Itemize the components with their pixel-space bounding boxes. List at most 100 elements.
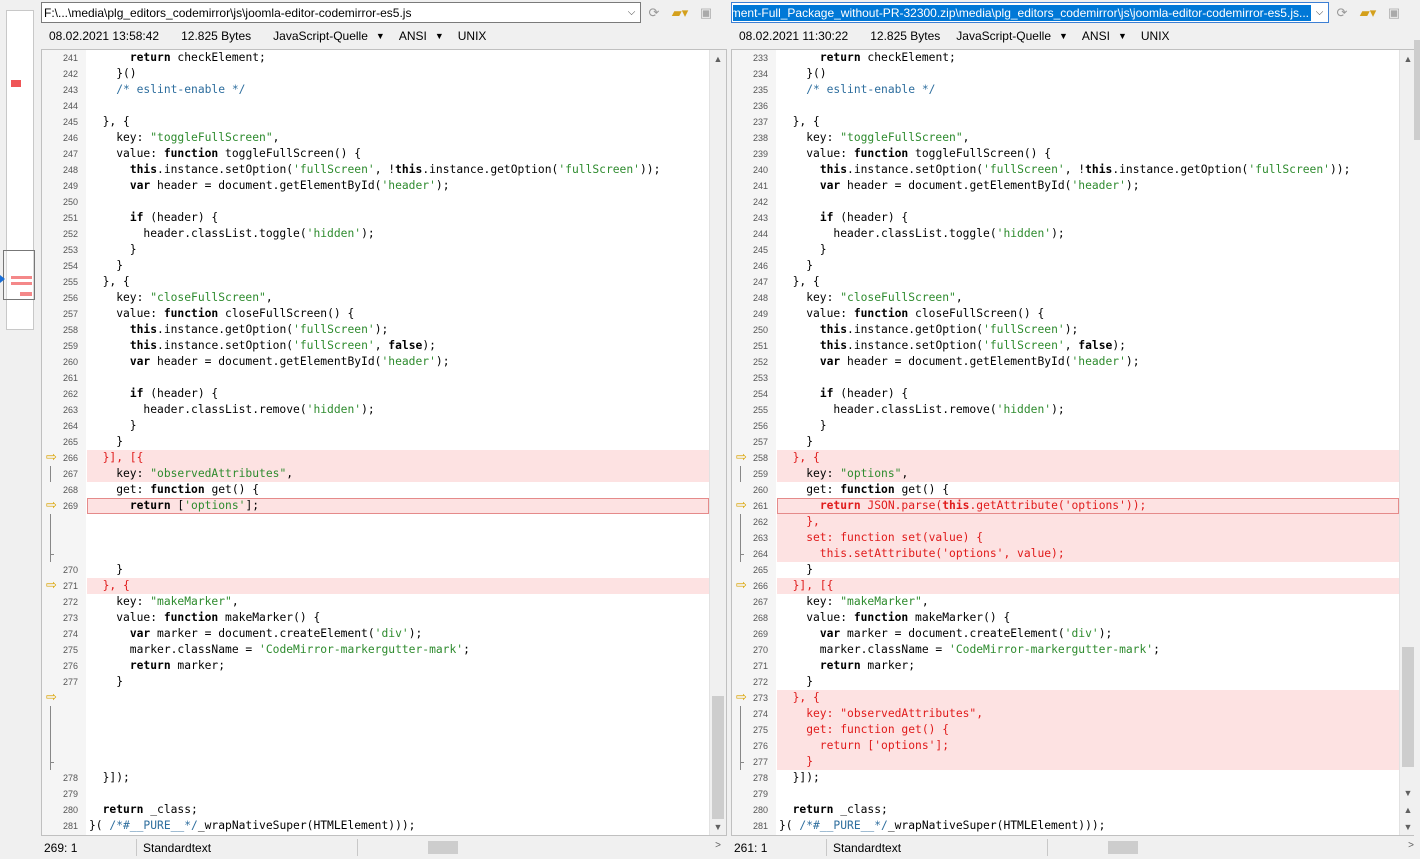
code-line[interactable] [42,530,709,546]
code-text[interactable]: this.setAttribute('options', value); [777,546,1399,562]
code-line[interactable]: 279 [732,786,1399,802]
code-text[interactable]: if (header) { [777,210,1399,226]
code-line[interactable]: 275 get: function get() { [732,722,1399,738]
code-text[interactable]: key: "makeMarker", [87,594,709,610]
right-path-input[interactable]: ...pment-Full_Package_without-PR-32300.z… [733,4,1311,21]
refresh-icon[interactable]: ⟳ [1332,3,1352,23]
code-text[interactable]: return JSON.parse(this.getAttribute('opt… [777,498,1399,514]
horizontal-scrollbar[interactable]: > [1048,839,1420,856]
code-text[interactable]: value: function toggleFullScreen() { [777,146,1399,162]
code-line[interactable]: 244 header.classList.toggle('hidden'); [732,226,1399,242]
code-line[interactable]: 238 key: "toggleFullScreen", [732,130,1399,146]
code-text[interactable]: }( /*#__PURE__*/_wrapNativeSuper(HTMLEle… [87,818,709,834]
code-text[interactable]: this.instance.setOption('fullScreen', !t… [87,162,709,178]
code-line[interactable]: 264 } [42,418,709,434]
code-line[interactable]: 242 }() [42,66,709,82]
code-line[interactable]: 267 key: "makeMarker", [732,594,1399,610]
code-text[interactable]: }]); [777,770,1399,786]
diff-arrow-icon[interactable]: ⇨ [46,691,60,704]
save-icon[interactable]: ▣ [1384,3,1404,23]
code-line[interactable]: 276 return ['options']; [732,738,1399,754]
code-text[interactable]: key: "observedAttributes", [87,466,709,482]
code-text[interactable]: return ['options']; [777,738,1399,754]
chevron-down-icon[interactable]: ▼ [1059,31,1068,41]
code-line[interactable]: 261 [42,370,709,386]
code-text[interactable]: /* eslint-enable */ [87,82,709,98]
syntax-mode[interactable]: Standardtext [827,841,1047,855]
filetype-select[interactable]: JavaScript-Quelle [273,29,368,43]
code-line[interactable]: 237 }, { [732,114,1399,130]
code-text[interactable]: } [87,674,709,690]
code-line[interactable]: 249 value: function closeFullScreen() { [732,306,1399,322]
code-line[interactable]: 241 return checkElement; [42,50,709,66]
code-line[interactable]: 255 }, { [42,274,709,290]
code-line[interactable]: 272 } [732,674,1399,690]
left-path-input[interactable]: F:\...\media\plg_editors_codemirror\js\j… [42,6,623,20]
code-line[interactable]: 274 key: "observedAttributes", [732,706,1399,722]
code-text[interactable]: key: "closeFullScreen", [87,290,709,306]
scroll-right-icon[interactable]: > [715,840,721,851]
code-text[interactable]: var header = document.getElementById('he… [777,354,1399,370]
code-text[interactable]: get: function get() { [777,722,1399,738]
code-text[interactable]: set: function set(value) { [777,530,1399,546]
code-line[interactable]: 245 }, { [42,114,709,130]
code-text[interactable]: }, { [777,690,1399,706]
code-line[interactable]: 253 [732,370,1399,386]
code-line[interactable]: 252 var header = document.getElementById… [732,354,1399,370]
line-ending-label[interactable]: UNIX [1141,29,1170,43]
code-text[interactable]: if (header) { [87,386,709,402]
scroll-thumb[interactable] [1414,40,1420,140]
code-text[interactable]: } [87,258,709,274]
code-line[interactable]: 259 this.instance.setOption('fullScreen'… [42,338,709,354]
code-line[interactable]: ⇨ 269 return ['options']; [42,498,709,514]
right-code-lines[interactable]: 233 return checkElement; 234 }() 235 /* es… [732,50,1399,834]
code-line[interactable]: 248 key: "closeFullScreen", [732,290,1399,306]
code-text[interactable]: return marker; [777,658,1399,674]
code-text[interactable]: key: "toggleFullScreen", [777,130,1399,146]
code-line[interactable] [42,546,709,562]
code-line[interactable]: 244 [42,98,709,114]
code-text[interactable]: var marker = document.createElement('div… [777,626,1399,642]
chevron-down-icon[interactable]: ▼ [435,31,444,41]
code-text[interactable]: }, { [777,450,1399,466]
code-line[interactable]: ⇨ 261 return JSON.parse(this.getAttribute… [732,498,1399,514]
code-line[interactable]: 243 /* eslint-enable */ [42,82,709,98]
left-code-lines[interactable]: 241 return checkElement; 242 }() 243 /* es… [42,50,709,834]
code-line[interactable]: 277 } [732,754,1399,770]
code-text[interactable]: value: function toggleFullScreen() { [87,146,709,162]
code-line[interactable]: 269 var marker = document.createElement(… [732,626,1399,642]
code-text[interactable]: key: "options", [777,466,1399,482]
code-text[interactable]: return checkElement; [87,50,709,66]
code-line[interactable]: 243 if (header) { [732,210,1399,226]
code-line[interactable]: 268 get: function get() { [42,482,709,498]
code-line[interactable]: 254 if (header) { [732,386,1399,402]
encoding-select[interactable]: ANSI [399,29,427,43]
code-line[interactable]: 247 }, { [732,274,1399,290]
code-text[interactable]: }], [{ [87,450,709,466]
outer-scrollbar[interactable] [1414,0,1420,859]
code-text[interactable]: }, { [87,578,709,594]
code-text[interactable]: }( /*#__PURE__*/_wrapNativeSuper(HTMLEle… [777,818,1399,834]
scroll-thumb[interactable] [1402,647,1414,767]
code-text[interactable]: header.classList.toggle('hidden'); [87,226,709,242]
code-line[interactable]: 281}( /*#__PURE__*/_wrapNativeSuper(HTML… [42,818,709,834]
code-text[interactable]: key: "observedAttributes", [777,706,1399,722]
code-text[interactable]: value: function makeMarker() { [777,610,1399,626]
code-line[interactable]: 260 get: function get() { [732,482,1399,498]
code-line[interactable]: 239 value: function toggleFullScreen() { [732,146,1399,162]
code-text[interactable]: }() [87,66,709,82]
code-text[interactable]: key: "toggleFullScreen", [87,130,709,146]
code-text[interactable]: }, { [777,274,1399,290]
syntax-mode[interactable]: Standardtext [137,841,357,855]
code-text[interactable]: value: function closeFullScreen() { [777,306,1399,322]
overview-viewport[interactable] [3,250,35,300]
code-line[interactable]: 249 var header = document.getElementById… [42,178,709,194]
code-line[interactable]: 254 } [42,258,709,274]
code-line[interactable]: 270 marker.className = 'CodeMirror-marke… [732,642,1399,658]
chevron-down-icon[interactable]: ⌵ [623,3,640,22]
right-path-combobox[interactable]: ...pment-Full_Package_without-PR-32300.z… [731,2,1329,23]
scroll-thumb[interactable] [712,696,724,819]
left-path-combobox[interactable]: F:\...\media\plg_editors_codemirror\js\j… [41,2,641,23]
code-line[interactable]: 233 return checkElement; [732,50,1399,66]
code-line[interactable]: 234 }() [732,66,1399,82]
